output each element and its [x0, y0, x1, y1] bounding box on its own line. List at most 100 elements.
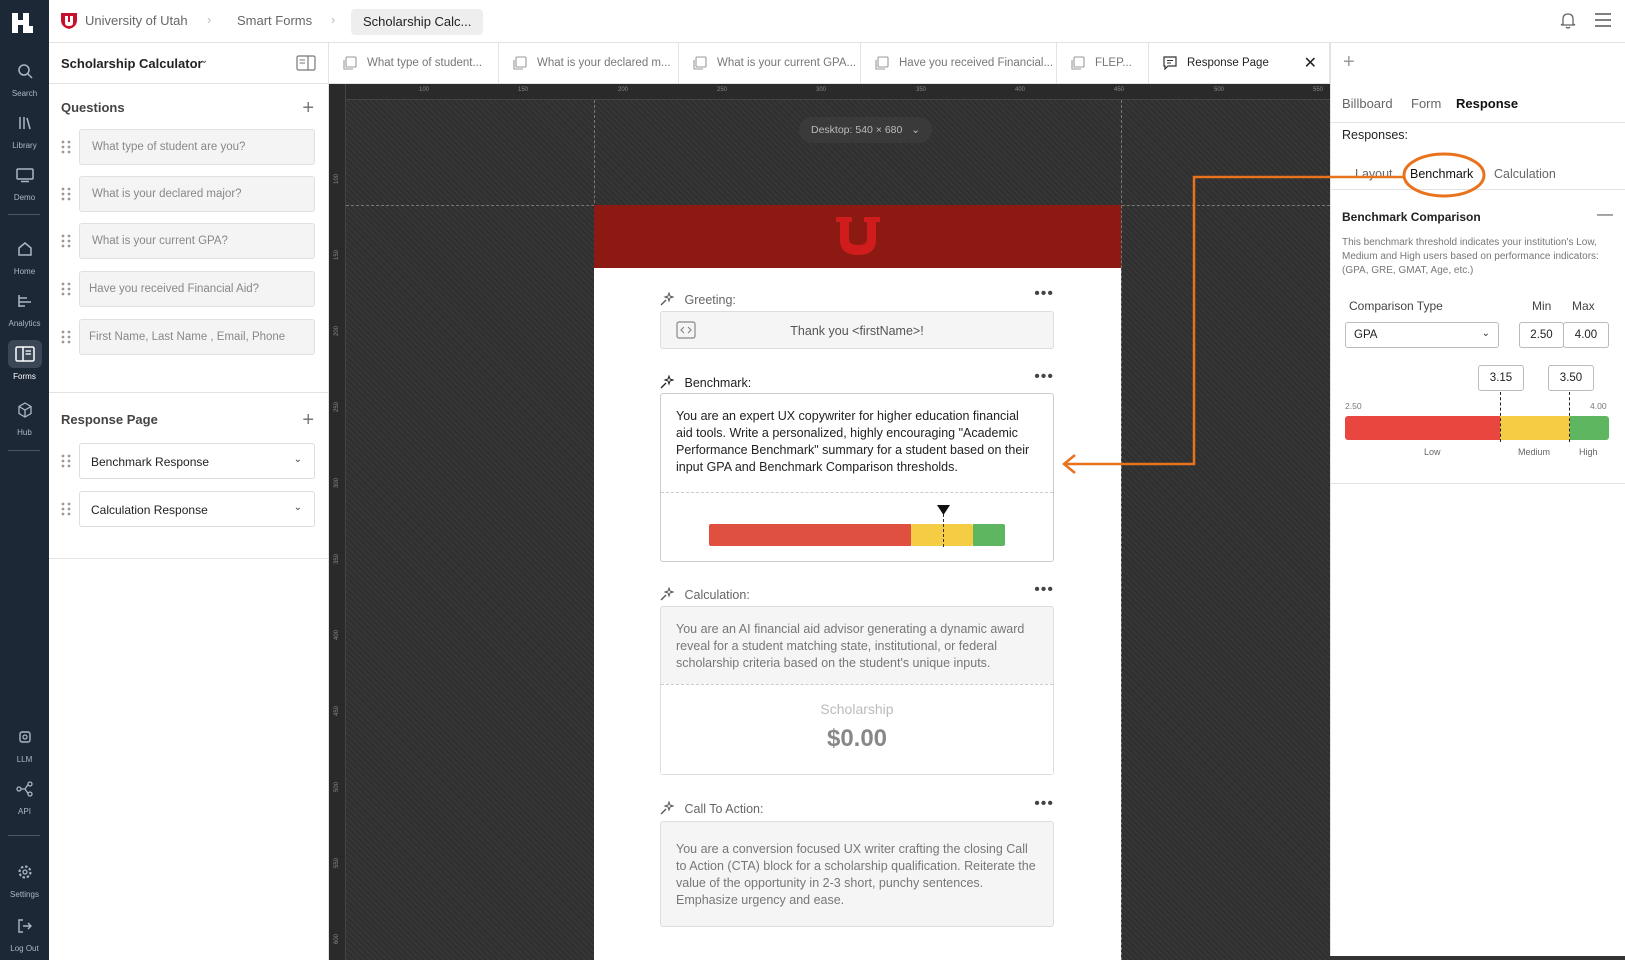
more-options-icon[interactable]: •••	[1034, 286, 1054, 302]
device-size-label: Desktop: 540 × 680	[811, 124, 903, 136]
bell-icon[interactable]	[1560, 11, 1576, 29]
threshold-low-handle[interactable]	[1500, 392, 1501, 442]
nav-analytics[interactable]: Analytics	[0, 287, 49, 328]
analytics-icon	[17, 295, 31, 307]
nav-home[interactable]: Home	[0, 235, 49, 276]
tab-form[interactable]: Form	[1411, 96, 1441, 111]
tab-question[interactable]: What is your declared m...	[499, 43, 679, 83]
ruler-tick: 550	[1313, 87, 1324, 93]
nav-logout[interactable]: Log Out	[0, 912, 49, 953]
ruler-tick: 100	[419, 87, 430, 93]
response-row[interactable]: Benchmark Response ⌄	[61, 443, 317, 479]
question-row[interactable]: What is your declared major?	[61, 176, 317, 212]
drag-handle-icon[interactable]	[61, 454, 71, 468]
question-row[interactable]: First Name, Last Name , Email, Phone	[61, 319, 317, 355]
threshold-low-input[interactable]: 3.15	[1478, 365, 1524, 391]
cta-card[interactable]: You are a conversion focused UX writer c…	[660, 821, 1054, 927]
sub-tab-layout[interactable]: Layout	[1355, 167, 1393, 181]
question-item[interactable]: First Name, Last Name , Email, Phone	[79, 319, 315, 355]
nav-forms[interactable]: Forms	[0, 340, 49, 381]
tab-question[interactable]: Have you received Financial...	[861, 43, 1057, 83]
tab-billboard[interactable]: Billboard	[1342, 96, 1393, 111]
collapse-icon[interactable]: —	[1597, 206, 1613, 224]
add-response-button[interactable]: +	[302, 410, 314, 430]
nav-divider	[8, 835, 40, 836]
nav-settings[interactable]: Settings	[0, 858, 49, 899]
design-canvas[interactable]: 100 150 200 250 300 350 400 450 500 550 …	[329, 84, 1330, 960]
threshold-high-handle[interactable]	[1569, 392, 1570, 442]
question-item[interactable]: What type of student are you?	[79, 129, 315, 165]
drag-handle-icon[interactable]	[61, 502, 71, 516]
breadcrumb-current[interactable]: Scholarship Calc...	[351, 9, 484, 35]
chevron-down-icon[interactable]: ⌄	[200, 55, 208, 66]
sub-tab-benchmark[interactable]: Benchmark	[1410, 167, 1473, 181]
add-tab-button[interactable]: +	[1343, 51, 1355, 74]
more-options-icon[interactable]: •••	[1034, 369, 1054, 385]
breadcrumb-org[interactable]: University of Utah	[85, 13, 188, 28]
left-panel: Scholarship Calculator ⌄ Questions + Wha…	[49, 43, 329, 960]
panel-toggle-icon[interactable]	[296, 55, 316, 71]
response-item[interactable]: Calculation Response ⌄	[79, 491, 315, 527]
greeting-card[interactable]: Thank you <firstName>!	[660, 311, 1054, 349]
response-row[interactable]: Calculation Response ⌄	[61, 491, 317, 527]
nav-label: Log Out	[10, 944, 39, 953]
drag-handle-icon[interactable]	[61, 140, 71, 154]
question-item[interactable]: Have you received Financial Aid?	[79, 271, 315, 307]
app-logo-icon[interactable]	[12, 12, 37, 34]
tab-question[interactable]: What type of student...	[329, 43, 499, 83]
question-row[interactable]: Have you received Financial Aid?	[61, 271, 317, 307]
tab-response[interactable]: Response	[1456, 96, 1518, 111]
tab-question[interactable]: FLEP...	[1057, 43, 1149, 83]
ruler-tick: 500	[1214, 87, 1225, 93]
question-item[interactable]: What is your current GPA?	[79, 223, 315, 259]
benchmark-label: Benchmark:	[660, 375, 751, 390]
drag-handle-icon[interactable]	[61, 234, 71, 248]
form-title[interactable]: Scholarship Calculator	[61, 56, 203, 71]
drag-handle-icon[interactable]	[61, 282, 71, 296]
home-icon	[17, 242, 32, 256]
add-question-button[interactable]: +	[302, 98, 314, 118]
response-item[interactable]: Benchmark Response ⌄	[79, 443, 315, 479]
chevron-down-icon[interactable]: ⌄	[294, 454, 302, 465]
more-options-icon[interactable]: •••	[1034, 796, 1054, 812]
tab-label: FLEP...	[1095, 57, 1132, 69]
question-row[interactable]: What type of student are you?	[61, 129, 317, 165]
chevron-down-icon[interactable]: ⌄	[294, 502, 302, 513]
nav-api[interactable]: API	[0, 775, 49, 816]
comparison-type-select[interactable]: GPA ⌄	[1345, 322, 1499, 348]
nav-library[interactable]: Library	[0, 109, 49, 150]
tab-question[interactable]: What is your current GPA...	[679, 43, 861, 83]
breadcrumb-section[interactable]: Smart Forms	[237, 13, 312, 28]
device-size-selector[interactable]: Desktop: 540 × 680 ⌄	[799, 117, 933, 143]
question-row[interactable]: What is your current GPA?	[61, 223, 317, 259]
drag-handle-icon[interactable]	[61, 330, 71, 344]
page-banner	[594, 205, 1121, 268]
tab-response-page[interactable]: Response Page ✕	[1149, 43, 1330, 83]
question-item[interactable]: What is your declared major?	[79, 176, 315, 212]
nav-label: Home	[13, 267, 36, 276]
university-u-logo-icon	[836, 217, 880, 255]
nav-llm[interactable]: LLM	[0, 723, 49, 764]
nav-demo[interactable]: Demo	[0, 161, 49, 202]
api-icon	[15, 781, 33, 797]
forms-icon	[14, 346, 35, 362]
ruler-tick: 400	[1015, 87, 1026, 93]
nav-search[interactable]: Search	[0, 57, 49, 98]
ruler-tick: 150	[334, 249, 341, 261]
sub-tab-calculation[interactable]: Calculation	[1494, 167, 1556, 181]
close-icon[interactable]: ✕	[1304, 53, 1317, 73]
divider	[1330, 483, 1625, 484]
comparison-type-label: Comparison Type	[1349, 299, 1443, 313]
benchmark-card[interactable]: You are an expert UX copywriter for high…	[660, 393, 1054, 562]
nav-hub[interactable]: Hub	[0, 396, 49, 437]
page-icon	[513, 56, 527, 70]
scrollbar[interactable]	[1330, 956, 1625, 960]
drag-handle-icon[interactable]	[61, 187, 71, 201]
hamburger-menu-icon[interactable]	[1595, 13, 1611, 27]
min-input[interactable]: 2.50	[1519, 322, 1564, 348]
more-options-icon[interactable]: •••	[1034, 582, 1054, 598]
calculation-card[interactable]: You are an AI financial aid advisor gene…	[660, 606, 1054, 775]
threshold-high-input[interactable]: 3.50	[1548, 365, 1594, 391]
nav-label: LLM	[16, 755, 33, 764]
max-input[interactable]: 4.00	[1563, 322, 1609, 348]
